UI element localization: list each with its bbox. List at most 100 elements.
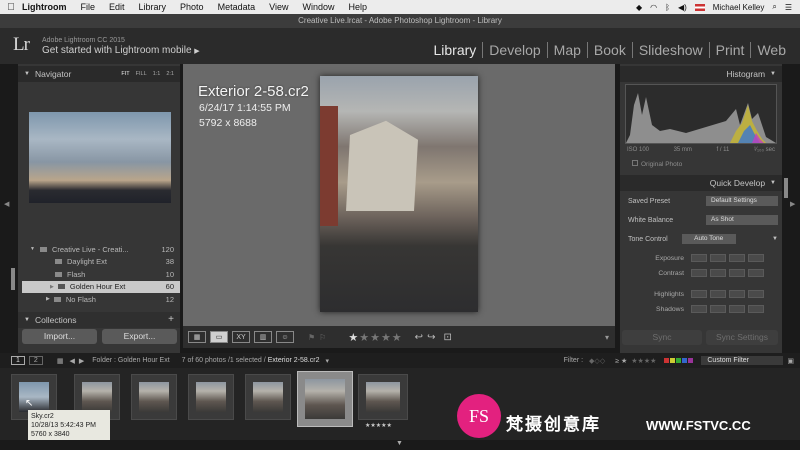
zoom-1-1[interactable]: 1:1 (153, 66, 161, 82)
increase-large-button[interactable] (748, 290, 764, 298)
rating-filter-icon[interactable]: ★★★★ (631, 357, 656, 365)
decrease-small-button[interactable] (710, 290, 726, 298)
zoom-fit[interactable]: FIT (121, 66, 129, 82)
filmstrip-thumbnail[interactable] (358, 374, 408, 420)
increase-small-button[interactable] (729, 290, 745, 298)
increase-large-button[interactable] (748, 254, 764, 262)
color-label-filter[interactable] (664, 358, 694, 363)
histogram-header[interactable]: Histogram ▼ (620, 66, 782, 82)
menu-file[interactable]: File (81, 2, 96, 12)
navigator-preview[interactable] (29, 112, 171, 203)
window-2-button[interactable]: 2 (28, 356, 43, 365)
collections-header[interactable]: ▼ Collections + (18, 312, 180, 328)
module-slideshow[interactable]: Slideshow (631, 42, 709, 58)
menu-library[interactable]: Library (139, 2, 167, 12)
export-button[interactable]: Export... (102, 329, 177, 344)
menu-edit[interactable]: Edit (109, 2, 125, 12)
module-print[interactable]: Print (708, 42, 751, 58)
filter-preset-dropdown[interactable]: Custom Filter (701, 356, 784, 365)
bluetooth-icon[interactable]: ᛒ (665, 3, 670, 12)
survey-view-icon[interactable]: ▥ (254, 331, 272, 343)
white-balance-dropdown[interactable]: As Shot (706, 215, 778, 225)
volume-icon[interactable]: ◀) (678, 3, 687, 12)
forward-arrow-icon[interactable]: ▶ (79, 357, 84, 365)
folder-path[interactable]: Folder : Golden Hour Ext (92, 357, 169, 364)
flag-filter-icon[interactable]: ◆◇◇ (589, 357, 605, 365)
left-scrollbar[interactable] (11, 268, 15, 290)
wifi-icon[interactable]: ◠ (650, 3, 657, 12)
menu-window[interactable]: Window (302, 2, 334, 12)
purple-label-icon[interactable] (688, 358, 694, 363)
decrease-small-button[interactable] (710, 269, 726, 277)
collection-row[interactable]: ▶ No Flash 12 (18, 293, 180, 306)
list-icon[interactable]: ☰ (785, 3, 792, 12)
module-web[interactable]: Web (750, 42, 792, 58)
yellow-label-icon[interactable] (670, 358, 676, 363)
checkbox-icon[interactable] (632, 160, 638, 166)
loupe-view-icon[interactable]: ▭ (210, 331, 228, 343)
compare-view-icon[interactable]: XY (232, 331, 250, 343)
filmstrip-toggle-icon[interactable]: ▼ (396, 440, 403, 447)
filmstrip-thumbnail[interactable] (188, 374, 234, 420)
flag-pick-icon[interactable]: ⚑ (308, 333, 315, 342)
zoom-2-1[interactable]: 2:1 (166, 66, 174, 82)
decrease-small-button[interactable] (710, 305, 726, 313)
import-button[interactable]: Import... (22, 329, 97, 344)
filmstrip-thumbnail-selected[interactable] (297, 371, 353, 427)
decrease-large-button[interactable] (691, 290, 707, 298)
grid-view-icon[interactable]: ▦ (188, 331, 206, 343)
menu-photo[interactable]: Photo (180, 2, 204, 12)
rotate-right-icon[interactable]: ↪ (427, 332, 435, 343)
zoom-fill[interactable]: FILL (136, 66, 147, 82)
left-panel-toggle-icon[interactable]: ◀ (4, 200, 9, 208)
collection-set-row[interactable]: ▼ Creative Live - Creati... 120 (18, 243, 180, 256)
module-map[interactable]: Map (546, 42, 587, 58)
decrease-large-button[interactable] (691, 305, 707, 313)
grid-icon[interactable]: ▦ (57, 357, 64, 365)
search-icon[interactable]: ⌕ (772, 2, 776, 12)
rating-compare-icon[interactable]: ≥ ★ (615, 357, 627, 365)
increase-small-button[interactable] (729, 269, 745, 277)
user-name[interactable]: Michael Kelley (713, 3, 765, 12)
flag-reject-icon[interactable]: ⚐ (319, 333, 326, 342)
histogram[interactable] (625, 84, 777, 144)
increase-small-button[interactable] (729, 305, 745, 313)
green-label-icon[interactable] (676, 358, 682, 363)
star-icon[interactable]: ★★★★ (359, 332, 402, 344)
quick-develop-header[interactable]: Quick Develop ▼ (620, 175, 782, 191)
module-book[interactable]: Book (586, 42, 632, 58)
decrease-small-button[interactable] (710, 254, 726, 262)
star-rating[interactable]: ★★★★★ (348, 331, 402, 344)
star-icon[interactable]: ★ (348, 332, 359, 344)
toolbar-menu-icon[interactable]: ▾ (605, 333, 615, 342)
app-menu[interactable]: Lightroom (22, 2, 67, 12)
original-photo-toggle[interactable]: Original Photo (632, 160, 682, 168)
increase-small-button[interactable] (729, 254, 745, 262)
right-scrollbar[interactable] (784, 178, 788, 198)
collection-row[interactable]: Daylight Ext 38 (18, 256, 180, 269)
crop-icon[interactable]: ⊡ (443, 332, 451, 343)
main-photo[interactable] (320, 76, 478, 312)
expand-triangle-icon[interactable]: ▼ (772, 236, 778, 242)
auto-tone-button[interactable]: Auto Tone (681, 234, 736, 244)
menu-metadata[interactable]: Metadata (218, 2, 256, 12)
right-panel-toggle-icon[interactable]: ▶ (790, 200, 795, 208)
increase-large-button[interactable] (748, 269, 764, 277)
apple-icon[interactable]:  (0, 2, 22, 13)
menu-view[interactable]: View (269, 2, 288, 12)
decrease-large-button[interactable] (691, 254, 707, 262)
collection-row-selected[interactable]: ▶ Golden Hour Ext 60 (22, 280, 180, 293)
module-develop[interactable]: Develop (482, 42, 546, 58)
saved-preset-dropdown[interactable]: Default Settings (706, 196, 778, 206)
increase-large-button[interactable] (748, 305, 764, 313)
navigator-header[interactable]: ▼ Navigator FIT FILL 1:1 2:1 (18, 66, 180, 82)
collection-row[interactable]: Flash 10 (18, 268, 180, 281)
filmstrip-thumbnail[interactable] (245, 374, 291, 420)
blue-label-icon[interactable] (682, 358, 688, 363)
dropbox-icon[interactable]: ◆ (636, 3, 642, 12)
add-collection-icon[interactable]: + (168, 312, 180, 328)
window-1-button[interactable]: 1 (11, 356, 25, 365)
rotate-left-icon[interactable]: ↩ (415, 332, 423, 343)
sync-button[interactable]: Sync (622, 330, 702, 345)
menu-help[interactable]: Help (348, 2, 367, 12)
